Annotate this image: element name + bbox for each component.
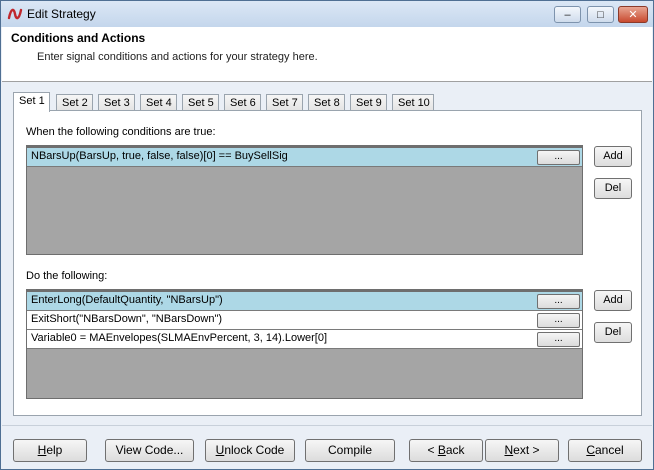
view-code-button[interactable]: View Code...	[105, 439, 194, 462]
close-icon: ✕	[628, 9, 638, 21]
help-button[interactable]: Help	[13, 439, 87, 462]
add-condition-button[interactable]: Add	[594, 146, 632, 167]
back-label: ack	[445, 443, 465, 457]
page-title: Conditions and Actions	[11, 31, 146, 45]
back-button[interactable]: < Back	[409, 439, 483, 462]
action-row[interactable]: Variable0 = MAEnvelopes(SLMAEnvPercent, …	[27, 330, 582, 349]
edit-strategy-window: Edit Strategy – □ ✕ Conditions and Actio…	[0, 0, 654, 470]
unlock-code-button[interactable]: Unlock Code	[205, 439, 295, 462]
conditions-list[interactable]: NBarsUp(BarsUp, true, false, false)[0] =…	[26, 145, 583, 255]
add-action-button[interactable]: Add	[594, 290, 632, 311]
compile-button[interactable]: Compile	[305, 439, 395, 462]
back-prefix: <	[427, 443, 438, 457]
edit-action-button[interactable]: ...	[537, 294, 580, 309]
delete-action-button[interactable]: Del	[594, 322, 632, 343]
page-subtitle: Enter signal conditions and actions for …	[37, 51, 318, 63]
delete-condition-button[interactable]: Del	[594, 178, 632, 199]
unlock-mnemonic: U	[215, 443, 225, 457]
maximize-button[interactable]: □	[587, 6, 614, 23]
cancel-button[interactable]: Cancel	[568, 439, 642, 462]
next-mnemonic: N	[504, 443, 514, 457]
tab-page-set-1: When the following conditions are true: …	[13, 110, 642, 416]
help-label: elp	[46, 443, 63, 457]
actions-list[interactable]: EnterLong(DefaultQuantity, "NBarsUp") ..…	[26, 289, 583, 399]
action-expression: Variable0 = MAEnvelopes(SLMAEnvPercent, …	[31, 332, 328, 344]
minimize-icon: –	[564, 8, 571, 21]
maximize-icon: □	[597, 8, 604, 21]
edit-condition-button[interactable]: ...	[537, 150, 580, 165]
next-label: ext >	[513, 443, 540, 457]
header-panel: Conditions and Actions Enter signal cond…	[2, 27, 652, 82]
tab-set-1[interactable]: Set 1	[13, 92, 50, 112]
action-row[interactable]: EnterLong(DefaultQuantity, "NBarsUp") ..…	[27, 292, 582, 311]
cancel-mnemonic: C	[586, 443, 595, 457]
footer-divider	[2, 425, 652, 426]
unlock-label: nlock Code	[224, 443, 285, 457]
condition-expression: NBarsUp(BarsUp, true, false, false)[0] =…	[31, 150, 288, 162]
close-button[interactable]: ✕	[618, 6, 648, 23]
condition-row[interactable]: NBarsUp(BarsUp, true, false, false)[0] =…	[27, 148, 582, 167]
action-row[interactable]: ExitShort("NBarsDown", "NBarsDown") ...	[27, 311, 582, 330]
action-expression: EnterLong(DefaultQuantity, "NBarsUp")	[31, 294, 223, 306]
cancel-label: ancel	[594, 443, 624, 457]
minimize-button[interactable]: –	[554, 6, 581, 23]
next-button[interactable]: Next >	[485, 439, 559, 462]
app-logo-icon	[7, 8, 23, 20]
window-title: Edit Strategy	[27, 7, 96, 21]
action-expression: ExitShort("NBarsDown", "NBarsDown")	[31, 313, 223, 325]
edit-action-button[interactable]: ...	[537, 313, 580, 328]
title-bar[interactable]: Edit Strategy – □ ✕	[1, 1, 653, 27]
back-mnemonic: B	[437, 443, 446, 457]
actions-label: Do the following:	[26, 270, 108, 282]
conditions-label: When the following conditions are true:	[26, 126, 216, 138]
edit-action-button[interactable]: ...	[537, 332, 580, 347]
